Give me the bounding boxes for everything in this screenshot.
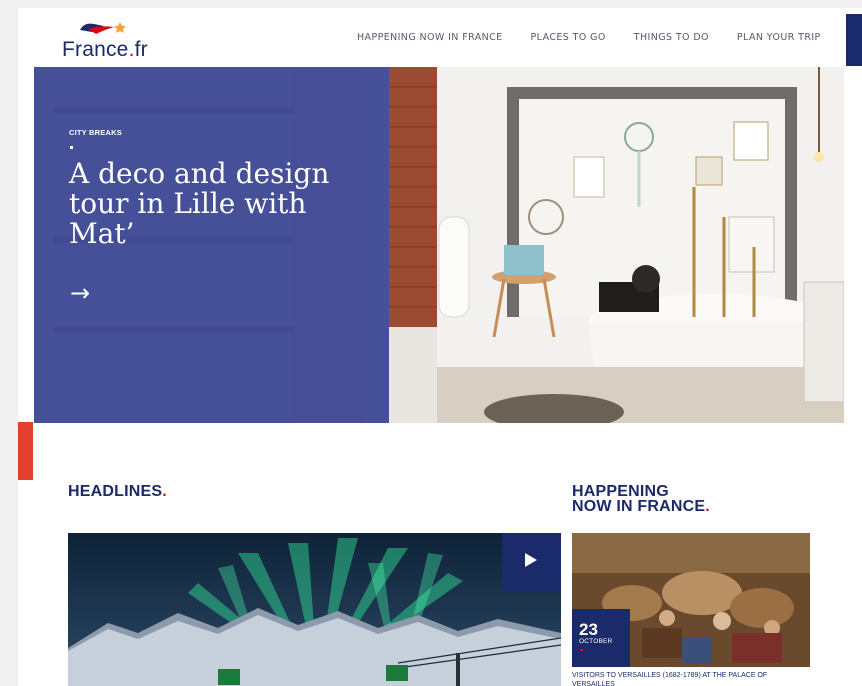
happening-heading-line2: NOW IN FRANCE <box>572 498 706 515</box>
hero-category[interactable]: CITY BREAKS <box>69 128 122 137</box>
event-card[interactable]: 23 OCTOBER <box>572 533 810 667</box>
hero-text-panel: CITY BREAKS A deco and design tour in Li… <box>34 67 389 423</box>
happening-heading-dot: . <box>705 498 710 515</box>
event-month: OCTOBER <box>579 638 613 645</box>
event-caption[interactable]: VISITORS TO VERSAILLES (1682-1789) AT TH… <box>572 671 807 686</box>
headlines-heading-dot: . <box>162 483 167 500</box>
logo-name: France <box>62 38 129 61</box>
logo-wordmark: France.fr <box>62 38 148 62</box>
mountain-laser-show-photo <box>68 533 561 686</box>
main-nav: HAPPENING NOW IN FRANCE PLACES TO GO THI… <box>357 32 849 43</box>
nav-things-to-do[interactable]: THINGS TO DO <box>634 32 709 43</box>
site-header: France.fr HAPPENING NOW IN FRANCE PLACES… <box>18 8 862 68</box>
logo-bird-icon <box>80 22 126 34</box>
headlines-heading: HEADLINES. <box>68 483 167 500</box>
nav-plan-your-trip[interactable]: PLAN YOUR TRIP <box>737 32 821 43</box>
headline-video-card[interactable] <box>68 533 561 686</box>
play-video-button[interactable] <box>502 533 561 591</box>
nav-happening-now[interactable]: HAPPENING NOW IN FRANCE <box>357 32 503 43</box>
logo-tld: fr <box>134 38 148 61</box>
decorative-red-marker <box>18 422 33 480</box>
play-icon <box>525 553 537 567</box>
event-day: 23 <box>579 620 598 639</box>
arrow-right-icon[interactable]: → <box>70 279 90 307</box>
hero-banner[interactable]: CITY BREAKS A deco and design tour in Li… <box>34 67 844 423</box>
nav-places-to-go[interactable]: PLACES TO GO <box>531 32 606 43</box>
france-fr-logo[interactable]: France.fr <box>62 20 152 64</box>
hero-title[interactable]: A deco and design tour in Lille with Mat… <box>69 159 349 249</box>
event-date-dot <box>580 649 583 651</box>
page: France.fr HAPPENING NOW IN FRANCE PLACES… <box>18 8 862 686</box>
headlines-heading-text: HEADLINES <box>68 483 163 500</box>
happening-now-heading: HAPPENING NOW IN FRANCE. <box>572 484 772 515</box>
side-panel-tab[interactable] <box>846 14 862 66</box>
event-date-badge: 23 OCTOBER <box>572 609 630 667</box>
hero-category-dot <box>70 146 73 149</box>
